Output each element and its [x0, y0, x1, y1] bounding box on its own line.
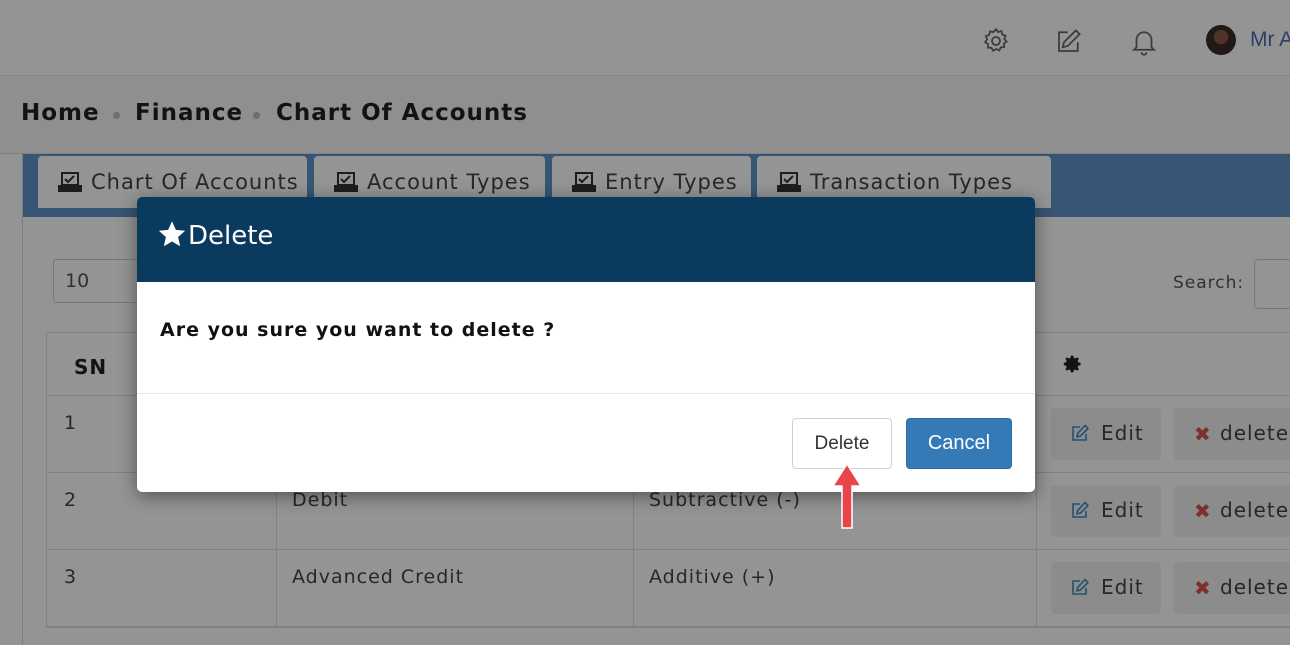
delete-dialog: Delete Are you sure you want to delete ?… [137, 197, 1035, 492]
star-icon [158, 221, 186, 247]
cancel-button[interactable]: Cancel [906, 418, 1012, 469]
dialog-title: Delete [188, 221, 274, 251]
pointer-arrow-icon [831, 462, 863, 529]
dialog-body: Are you sure you want to delete ? [137, 282, 1035, 394]
dialog-message: Are you sure you want to delete ? [160, 319, 556, 341]
dialog-header: Delete [137, 197, 1035, 282]
